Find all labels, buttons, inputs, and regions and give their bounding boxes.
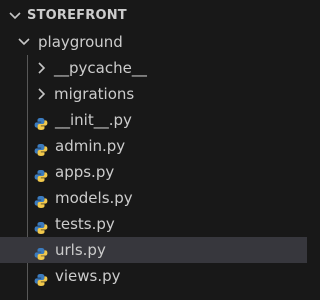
python-icon xyxy=(34,113,48,130)
folder-playground[interactable]: playground xyxy=(0,29,307,55)
file-init-py[interactable]: __init__.py xyxy=(0,107,307,133)
folder-label: migrations xyxy=(54,85,135,103)
root-folder-storefront[interactable]: STOREFRONT xyxy=(0,3,307,29)
file-models-py[interactable]: models.py xyxy=(0,185,307,211)
python-icon xyxy=(34,165,48,182)
python-icon xyxy=(34,269,48,286)
file-apps-py[interactable]: apps.py xyxy=(0,159,307,185)
python-icon xyxy=(34,191,48,208)
python-icon xyxy=(34,243,48,260)
file-label: tests.py xyxy=(55,215,115,233)
chevron-down-icon[interactable] xyxy=(17,29,31,55)
folder-migrations[interactable]: migrations xyxy=(0,81,307,107)
chevron-right-icon[interactable] xyxy=(35,55,49,81)
file-explorer: STOREFRONT playground __pycache__ migrat… xyxy=(0,0,307,300)
file-label: __init__.py xyxy=(55,111,132,129)
python-icon xyxy=(34,139,48,156)
file-label: models.py xyxy=(55,189,133,207)
python-icon xyxy=(34,217,48,234)
folder-label: playground xyxy=(38,33,123,51)
file-label: urls.py xyxy=(55,241,106,259)
file-label: apps.py xyxy=(55,163,115,181)
file-label: admin.py xyxy=(55,137,126,155)
file-label: views.py xyxy=(55,267,121,285)
folder-label: __pycache__ xyxy=(54,59,147,77)
file-views-py[interactable]: views.py xyxy=(0,263,307,289)
folder-pycache[interactable]: __pycache__ xyxy=(0,55,307,81)
chevron-right-icon[interactable] xyxy=(35,81,49,107)
chevron-down-icon[interactable] xyxy=(8,3,22,29)
file-admin-py[interactable]: admin.py xyxy=(0,133,307,159)
file-urls-py[interactable]: urls.py xyxy=(0,237,307,263)
root-folder-label: STOREFRONT xyxy=(27,8,127,23)
file-tests-py[interactable]: tests.py xyxy=(0,211,307,237)
